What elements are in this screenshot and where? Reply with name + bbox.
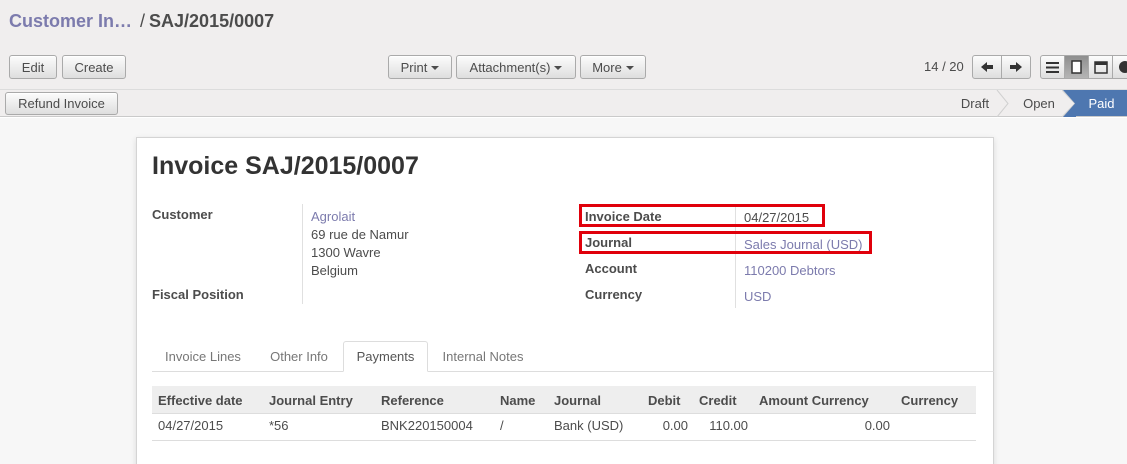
field-divider: [302, 204, 303, 304]
column-header[interactable]: Debit: [648, 393, 681, 408]
column-header[interactable]: Name: [500, 393, 535, 408]
invoice-date-highlight: [579, 204, 825, 227]
cell-credit: 110.00: [709, 418, 748, 433]
column-header[interactable]: Effective date: [158, 393, 243, 408]
calendar-icon: [1093, 61, 1108, 74]
row-divider: [152, 440, 976, 441]
journal-highlight: [579, 231, 872, 254]
invoice-sheet: [136, 137, 994, 464]
breadcrumb-parent-link[interactable]: Customer In…: [9, 11, 132, 31]
calendar-view-button[interactable]: [1088, 55, 1113, 79]
invoice-number: SAJ/2015/0007: [245, 152, 419, 180]
column-header[interactable]: Currency: [901, 393, 958, 408]
caret-down-icon: [431, 66, 440, 70]
cell-debit: 0.00: [662, 418, 688, 433]
more-button[interactable]: More: [580, 55, 646, 79]
cell-effective-date: 04/27/2015: [158, 418, 224, 433]
fiscal-position-label: Fiscal Position: [152, 287, 244, 302]
list-icon: [1046, 61, 1059, 73]
cell-journal: Bank (USD): [554, 418, 624, 433]
customer-link[interactable]: Agrolait: [311, 209, 355, 224]
column-header[interactable]: Journal Entry: [269, 393, 353, 408]
stage-separator-icon: [996, 90, 1009, 117]
create-button[interactable]: Create: [62, 55, 126, 79]
tab-other-info[interactable]: Other Info: [260, 341, 338, 372]
cell-amount-currency: 0.00: [864, 418, 890, 433]
stage-paid[interactable]: Paid: [1076, 90, 1127, 116]
column-header[interactable]: Journal: [554, 393, 601, 408]
caret-down-icon: [554, 66, 563, 70]
caret-down-icon: [625, 66, 634, 70]
print-button[interactable]: Print: [388, 55, 452, 79]
pager-previous-button[interactable]: [972, 55, 1002, 79]
refund-invoice-button[interactable]: Refund Invoice: [5, 92, 118, 115]
invoice-title-prefix: Invoice: [152, 152, 239, 180]
tab-payments[interactable]: Payments: [343, 341, 428, 372]
account-label: Account: [585, 261, 637, 276]
column-header[interactable]: Reference: [381, 393, 444, 408]
customer-label: Customer: [152, 207, 213, 222]
attachments-label: Attachment(s): [469, 59, 551, 75]
currency-link[interactable]: USD: [744, 289, 771, 304]
breadcrumb-current: SAJ/2015/0007: [149, 11, 275, 31]
pager-next-button[interactable]: [1001, 55, 1031, 79]
address-line: 69 rue de Namur: [311, 227, 409, 242]
stage-open[interactable]: Open: [1010, 90, 1068, 116]
cell-reference: BNK220150004: [381, 418, 473, 433]
tab-invoice-lines[interactable]: Invoice Lines: [154, 341, 252, 372]
arrow-right-icon: [1010, 62, 1022, 72]
print-label: Print: [400, 59, 428, 75]
stage-current-arrow-icon: [1063, 90, 1076, 117]
invoice-title: Invoice SAJ/2015/0007: [152, 152, 419, 181]
cell-name: /: [500, 418, 504, 433]
column-header[interactable]: Credit: [699, 393, 737, 408]
form-view-button[interactable]: [1064, 55, 1089, 79]
breadcrumb-separator: /: [140, 11, 146, 31]
stage-draft[interactable]: Draft: [948, 90, 1002, 116]
form-icon: [1071, 60, 1082, 74]
list-view-button[interactable]: [1040, 55, 1065, 79]
currency-label: Currency: [585, 287, 643, 302]
cell-journal-entry: *56: [269, 418, 289, 433]
account-link[interactable]: 110200 Debtors: [744, 263, 836, 278]
arrow-left-icon: [981, 62, 993, 72]
breadcrumb: Customer In… / SAJ/2015/0007: [9, 11, 274, 32]
graph-view-button[interactable]: [1112, 55, 1127, 79]
edit-button[interactable]: Edit: [9, 55, 57, 79]
attachments-button[interactable]: Attachment(s): [456, 55, 576, 79]
tab-internal-notes[interactable]: Internal Notes: [434, 341, 532, 372]
column-header[interactable]: Amount Currency: [759, 393, 869, 408]
more-label: More: [592, 59, 622, 75]
address-line: Belgium: [311, 263, 358, 278]
address-line: 1300 Wavre: [311, 245, 381, 260]
pager-value: 14 / 20: [924, 59, 964, 74]
pie-chart-icon: [1118, 61, 1127, 73]
